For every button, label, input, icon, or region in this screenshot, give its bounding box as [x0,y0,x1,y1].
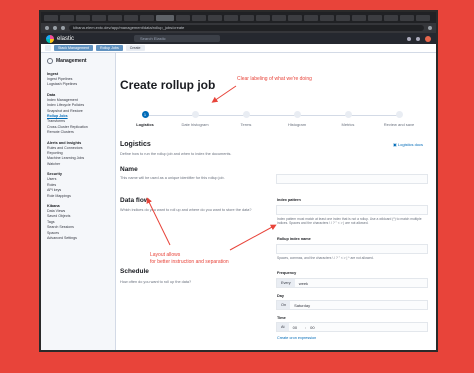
browser-tab-active[interactable] [156,14,174,21]
sidebar-group-ingest: Ingest [47,72,59,76]
browser-tab[interactable] [320,14,334,21]
sidebar-item-remote-clusters[interactable]: Remote Clusters [47,130,109,135]
user-avatar[interactable] [425,35,431,42]
browser-tab[interactable] [224,14,238,21]
brand-name: elastic [57,35,75,42]
menu-toggle-icon[interactable] [45,45,51,51]
browser-tab[interactable] [76,14,90,21]
browser-tab[interactable] [416,14,430,21]
extensions-icon[interactable] [428,26,432,30]
browser-tab[interactable] [272,14,286,21]
news-icon[interactable] [416,36,420,41]
browser-tab[interactable] [44,14,58,21]
gear-icon [47,58,53,64]
address-bar: kibana.elem.extc.dev/app/management/data… [41,23,436,33]
sidebar-title: Management [47,58,109,64]
kibana-header: elastic Search Elastic [41,33,436,44]
browser-tab[interactable] [108,14,122,21]
sidebar-title-text: Management [56,58,87,64]
browser-tab[interactable] [304,14,318,21]
sidebar-item-role-mappings[interactable]: Role Mappings [47,194,109,199]
browser-window: kibana.elem.extc.dev/app/management/data… [39,10,438,352]
sidebar-group-data: Data [47,92,56,97]
sidebar-group-security: Security [47,172,62,177]
forward-icon[interactable] [53,26,57,30]
sidebar-item-watcher[interactable]: Watcher [47,162,109,167]
browser-tab[interactable] [368,14,382,21]
browser-tab[interactable] [352,14,366,21]
sidebar-item-advanced-settings[interactable]: Advanced Settings [47,236,109,241]
breadcrumb-stack-management[interactable]: Stack Management [54,45,93,51]
browser-tab[interactable] [124,14,138,21]
browser-tab[interactable] [60,14,74,21]
back-icon[interactable] [45,26,49,30]
browser-tab[interactable] [256,14,270,21]
management-sidebar: Management Ingest Ingest Pipelines Logst… [41,53,116,350]
browser-tab[interactable] [400,14,414,21]
sidebar-item-logstash-pipelines[interactable]: Logstash Pipelines [47,82,109,87]
sidebar-group-kibana: Kibana [47,203,60,208]
browser-tab[interactable] [384,14,398,21]
breadcrumb-create: Create [125,45,145,51]
browser-tab[interactable] [192,14,206,21]
elastic-logo-icon[interactable] [46,34,54,43]
breadcrumb-rollup-jobs[interactable]: Rollup Jobs [95,45,123,51]
browser-tab[interactable] [288,14,302,21]
help-icon[interactable] [407,36,411,41]
url-field[interactable]: kibana.elem.extc.dev/app/management/data… [69,25,424,31]
browser-tab[interactable] [336,14,350,21]
browser-tab[interactable] [240,14,254,21]
reload-icon[interactable] [61,26,65,30]
browser-tab[interactable] [92,14,106,21]
breadcrumb: Stack Management Rollup Jobs Create [41,44,436,53]
main-content [116,53,436,350]
browser-tab[interactable] [176,14,190,21]
browser-tab-strip [41,12,436,23]
browser-tab[interactable] [208,14,222,21]
browser-tab[interactable] [140,14,154,21]
global-search-input[interactable]: Search Elastic [134,35,221,42]
sidebar-group-alerts: Alerts and Insights [47,140,82,145]
